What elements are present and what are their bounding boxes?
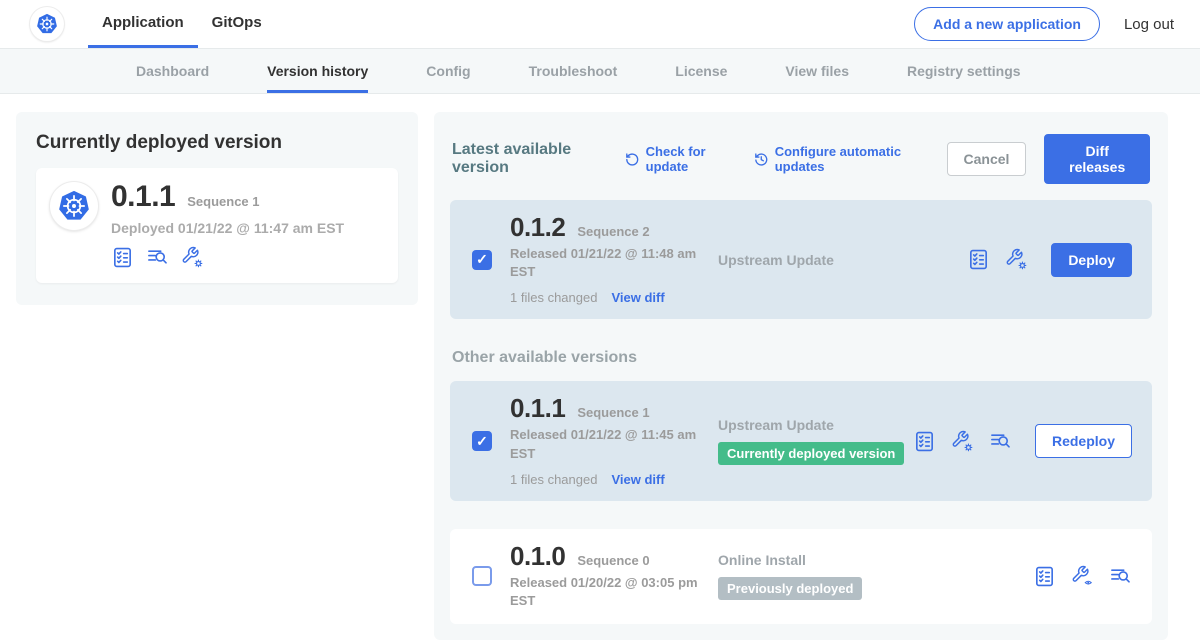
version-number: 0.1.2 bbox=[510, 214, 565, 240]
sequence-label: Sequence 1 bbox=[577, 405, 649, 420]
release-notes-icon[interactable] bbox=[1109, 565, 1132, 588]
currently-deployed-title: Currently deployed version bbox=[36, 132, 398, 154]
preflight-checklist-icon[interactable] bbox=[1033, 565, 1056, 588]
version-number: 0.1.0 bbox=[510, 543, 565, 569]
top-nav: Application GitOps Add a new application… bbox=[0, 0, 1200, 48]
preflight-checklist-icon[interactable] bbox=[913, 430, 936, 453]
sequence-label: Sequence 2 bbox=[577, 224, 649, 239]
tab-label: Version history bbox=[267, 63, 368, 79]
check-for-update-link[interactable]: Check for update bbox=[625, 144, 736, 174]
view-diff-link[interactable]: View diff bbox=[611, 290, 664, 305]
version-info: 0.1.2 Sequence 2 Released 01/21/22 @ 11:… bbox=[510, 214, 718, 305]
preflight-checklist-icon[interactable] bbox=[967, 248, 990, 271]
logout-link[interactable]: Log out bbox=[1124, 16, 1174, 33]
files-changed-label: 1 files changed bbox=[510, 472, 597, 487]
version-info: 0.1.0 Sequence 0 Released 01/20/22 @ 03:… bbox=[510, 543, 718, 610]
version-row-0-1-0: 0.1.0 Sequence 0 Released 01/20/22 @ 03:… bbox=[450, 529, 1152, 624]
topnav-tab-label: Application bbox=[102, 14, 184, 31]
tab-config[interactable]: Config bbox=[426, 49, 470, 93]
previously-deployed-badge: Previously deployed bbox=[718, 577, 862, 600]
released-timestamp: Released 01/21/22 @ 11:48 am EST bbox=[510, 245, 698, 281]
topnav-right: Add a new application Log out bbox=[914, 7, 1200, 41]
topnav-tab-label: GitOps bbox=[212, 14, 262, 31]
version-source: Upstream Update bbox=[718, 252, 967, 268]
version-source: Upstream Update Currently deployed versi… bbox=[718, 417, 913, 465]
row-actions: Deploy bbox=[967, 243, 1132, 277]
deployed-version-actions bbox=[111, 246, 344, 269]
tab-label: Troubleshoot bbox=[529, 63, 618, 79]
tab-registry-settings[interactable]: Registry settings bbox=[907, 49, 1021, 93]
source-label: Online Install bbox=[718, 552, 806, 568]
kubernetes-app-icon bbox=[50, 182, 98, 230]
tab-troubleshoot[interactable]: Troubleshoot bbox=[529, 49, 618, 93]
version-number: 0.1.1 bbox=[510, 395, 565, 421]
tab-label: License bbox=[675, 63, 727, 79]
deployed-version-number: 0.1.1 bbox=[111, 182, 175, 212]
version-checkbox[interactable] bbox=[472, 566, 492, 586]
deployed-version-card: 0.1.1 Sequence 1 Deployed 01/21/22 @ 11:… bbox=[36, 168, 398, 283]
sequence-label: Sequence 0 bbox=[577, 553, 649, 568]
redeploy-button[interactable]: Redeploy bbox=[1035, 424, 1132, 458]
version-source: Online Install Previously deployed bbox=[718, 552, 1033, 600]
version-row-0-1-2: 0.1.2 Sequence 2 Released 01/21/22 @ 11:… bbox=[450, 200, 1152, 319]
row-actions bbox=[1033, 565, 1132, 588]
view-diff-link[interactable]: View diff bbox=[611, 472, 664, 487]
configure-updates-label: Configure automatic updates bbox=[775, 144, 929, 174]
tab-label: Registry settings bbox=[907, 63, 1021, 79]
cancel-button[interactable]: Cancel bbox=[947, 142, 1027, 176]
currently-deployed-badge: Currently deployed version bbox=[718, 442, 904, 465]
latest-version-header: Latest available version Check for updat… bbox=[452, 134, 1150, 184]
source-label: Upstream Update bbox=[718, 417, 834, 433]
tab-dashboard[interactable]: Dashboard bbox=[136, 49, 209, 93]
tab-label: View files bbox=[785, 63, 849, 79]
main-content: Currently deployed version 0.1.1 Sequenc… bbox=[0, 94, 1200, 640]
edit-config-icon[interactable] bbox=[181, 246, 204, 269]
topnav-tab-application[interactable]: Application bbox=[88, 0, 198, 48]
deployed-timestamp: Deployed 01/21/22 @ 11:47 am EST bbox=[111, 220, 344, 236]
tab-label: Config bbox=[426, 63, 470, 79]
edit-config-icon[interactable] bbox=[951, 430, 974, 453]
check-for-update-label: Check for update bbox=[646, 144, 737, 174]
configure-updates-link[interactable]: Configure automatic updates bbox=[754, 144, 928, 174]
version-checkbox[interactable] bbox=[472, 250, 492, 270]
tab-license[interactable]: License bbox=[675, 49, 727, 93]
deploy-button[interactable]: Deploy bbox=[1051, 243, 1132, 277]
other-versions-title: Other available versions bbox=[452, 349, 1150, 367]
version-info: 0.1.1 Sequence 1 Released 01/21/22 @ 11:… bbox=[510, 395, 718, 486]
view-config-icon[interactable] bbox=[1071, 565, 1094, 588]
tab-view-files[interactable]: View files bbox=[785, 49, 849, 93]
edit-config-icon[interactable] bbox=[1005, 248, 1028, 271]
kubernetes-logo bbox=[30, 7, 64, 41]
refresh-icon bbox=[625, 151, 640, 168]
row-actions: Redeploy bbox=[913, 424, 1132, 458]
source-label: Upstream Update bbox=[718, 252, 834, 268]
latest-version-title: Latest available version bbox=[452, 141, 607, 177]
files-changed-label: 1 files changed bbox=[510, 290, 597, 305]
history-clock-icon bbox=[754, 151, 769, 168]
version-checkbox[interactable] bbox=[472, 431, 492, 451]
tab-label: Dashboard bbox=[136, 63, 209, 79]
release-notes-icon[interactable] bbox=[146, 246, 169, 269]
deployed-sequence-label: Sequence 1 bbox=[187, 194, 259, 209]
deployed-version-details: 0.1.1 Sequence 1 Deployed 01/21/22 @ 11:… bbox=[111, 182, 344, 269]
version-row-0-1-1: 0.1.1 Sequence 1 Released 01/21/22 @ 11:… bbox=[450, 381, 1152, 500]
add-application-button[interactable]: Add a new application bbox=[914, 7, 1100, 41]
release-notes-icon[interactable] bbox=[989, 430, 1012, 453]
currently-deployed-card: Currently deployed version 0.1.1 Sequenc… bbox=[16, 112, 418, 305]
preflight-checklist-icon[interactable] bbox=[111, 246, 134, 269]
tab-version-history[interactable]: Version history bbox=[267, 49, 368, 93]
app-sub-nav: Dashboard Version history Config Trouble… bbox=[0, 48, 1200, 94]
released-timestamp: Released 01/20/22 @ 03:05 pm EST bbox=[510, 574, 698, 610]
released-timestamp: Released 01/21/22 @ 11:45 am EST bbox=[510, 426, 698, 462]
topnav-tab-gitops[interactable]: GitOps bbox=[198, 0, 276, 48]
version-history-panel: Latest available version Check for updat… bbox=[434, 112, 1168, 640]
diff-releases-button[interactable]: Diff releases bbox=[1044, 134, 1150, 184]
